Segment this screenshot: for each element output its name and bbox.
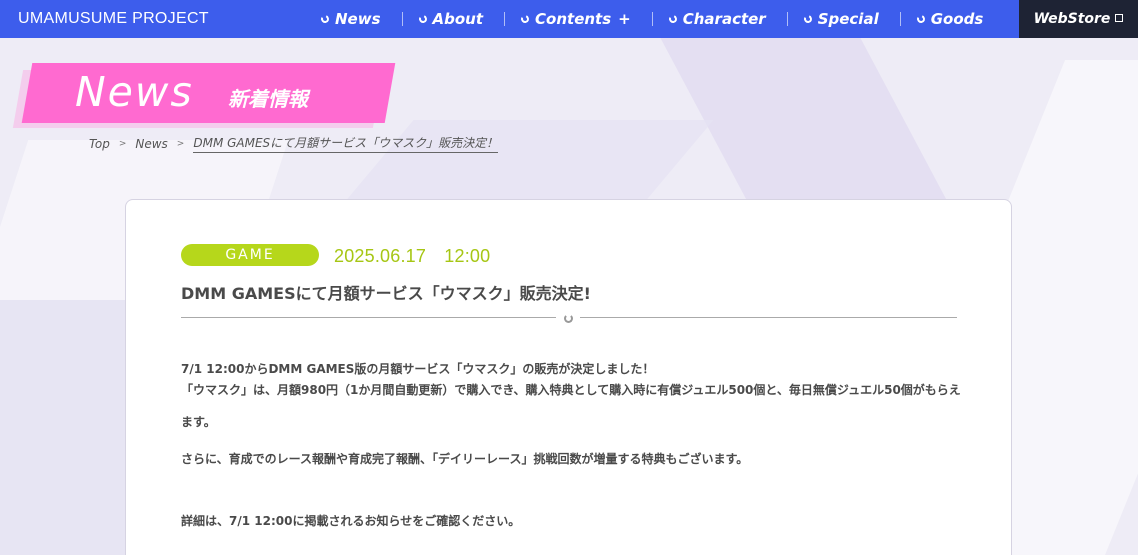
brand-logo[interactable]: UMAMUSUME PROJECT	[0, 10, 300, 28]
nav-divider	[504, 12, 506, 26]
plus-icon: +	[618, 10, 631, 28]
article-paragraph: さらに、育成でのレース報酬や育成完了報酬、「デイリーレース」挑戦回数が増量する特…	[181, 452, 749, 466]
nav-divider	[401, 12, 403, 26]
article-title: DMM GAMESにて月額サービス「ウマスク」販売決定!	[181, 284, 591, 303]
page-title: News	[75, 68, 194, 116]
horseshoe-icon	[563, 313, 573, 323]
bg-shard	[0, 300, 130, 555]
nav-label: About	[432, 10, 484, 28]
horseshoe-icon	[319, 13, 331, 25]
nav-label: Character	[682, 10, 766, 28]
nav-item-news[interactable]: News	[319, 0, 381, 38]
nav-item-special[interactable]: Special	[802, 0, 879, 38]
nav-item-contents[interactable]: Contents +	[519, 0, 631, 38]
page-subtitle: 新着情報	[228, 87, 308, 111]
horseshoe-icon	[519, 13, 531, 25]
article-paragraph: 詳細は、7/1 12:00に掲載されるお知らせをご確認ください。	[181, 514, 521, 528]
category-badge: GAME	[181, 244, 319, 266]
breadcrumb: Top > News > DMM GAMESにて月額サービス「ウマスク」販売決定…	[89, 134, 499, 153]
article-date: 2025.06.17 12:00	[334, 246, 491, 266]
horseshoe-icon	[667, 13, 678, 25]
chevron-right-icon: >	[176, 138, 185, 149]
nav-label: Special	[817, 10, 879, 28]
webstore-button[interactable]: WebStore	[1019, 0, 1138, 38]
divider-ornament	[556, 310, 580, 326]
nav-divider	[786, 12, 788, 26]
breadcrumb-news[interactable]: News	[135, 137, 167, 151]
article-card: GAME 2025.06.17 12:00 DMM GAMESにて月額サービス「…	[125, 199, 1012, 555]
chevron-right-icon: >	[118, 138, 127, 149]
nav-item-goods[interactable]: Goods	[915, 0, 984, 38]
external-link-icon	[1115, 14, 1124, 22]
bg-shard	[346, 120, 714, 200]
article-meta: GAME 2025.06.17 12:00	[181, 242, 490, 268]
breadcrumb-current: DMM GAMESにて月額サービス「ウマスク」販売決定！	[193, 134, 499, 153]
main-nav: News About Contents + Character Special …	[319, 0, 984, 38]
article-body: 7/1 12:00からDMM GAMES版の月額サービス「ウマスク」の販売が決定…	[181, 358, 961, 542]
nav-item-about[interactable]: About	[417, 0, 484, 38]
article-paragraph: 「ウマスク」は、月額980円（1か月間自動更新）で購入でき、購入特典として購入時…	[181, 383, 961, 429]
breadcrumb-top[interactable]: Top	[89, 137, 110, 151]
webstore-label: WebStore	[1033, 11, 1111, 27]
horseshoe-icon	[915, 13, 926, 25]
nav-label: News	[335, 10, 381, 28]
horseshoe-icon	[802, 13, 813, 25]
nav-label: Goods	[930, 10, 984, 28]
nav-divider	[899, 12, 901, 26]
nav-divider	[651, 12, 653, 26]
site-header: UMAMUSUME PROJECT News About Contents + …	[0, 0, 1138, 38]
nav-label: Contents	[535, 10, 612, 28]
horseshoe-icon	[417, 13, 428, 25]
nav-item-character[interactable]: Character	[667, 0, 766, 38]
